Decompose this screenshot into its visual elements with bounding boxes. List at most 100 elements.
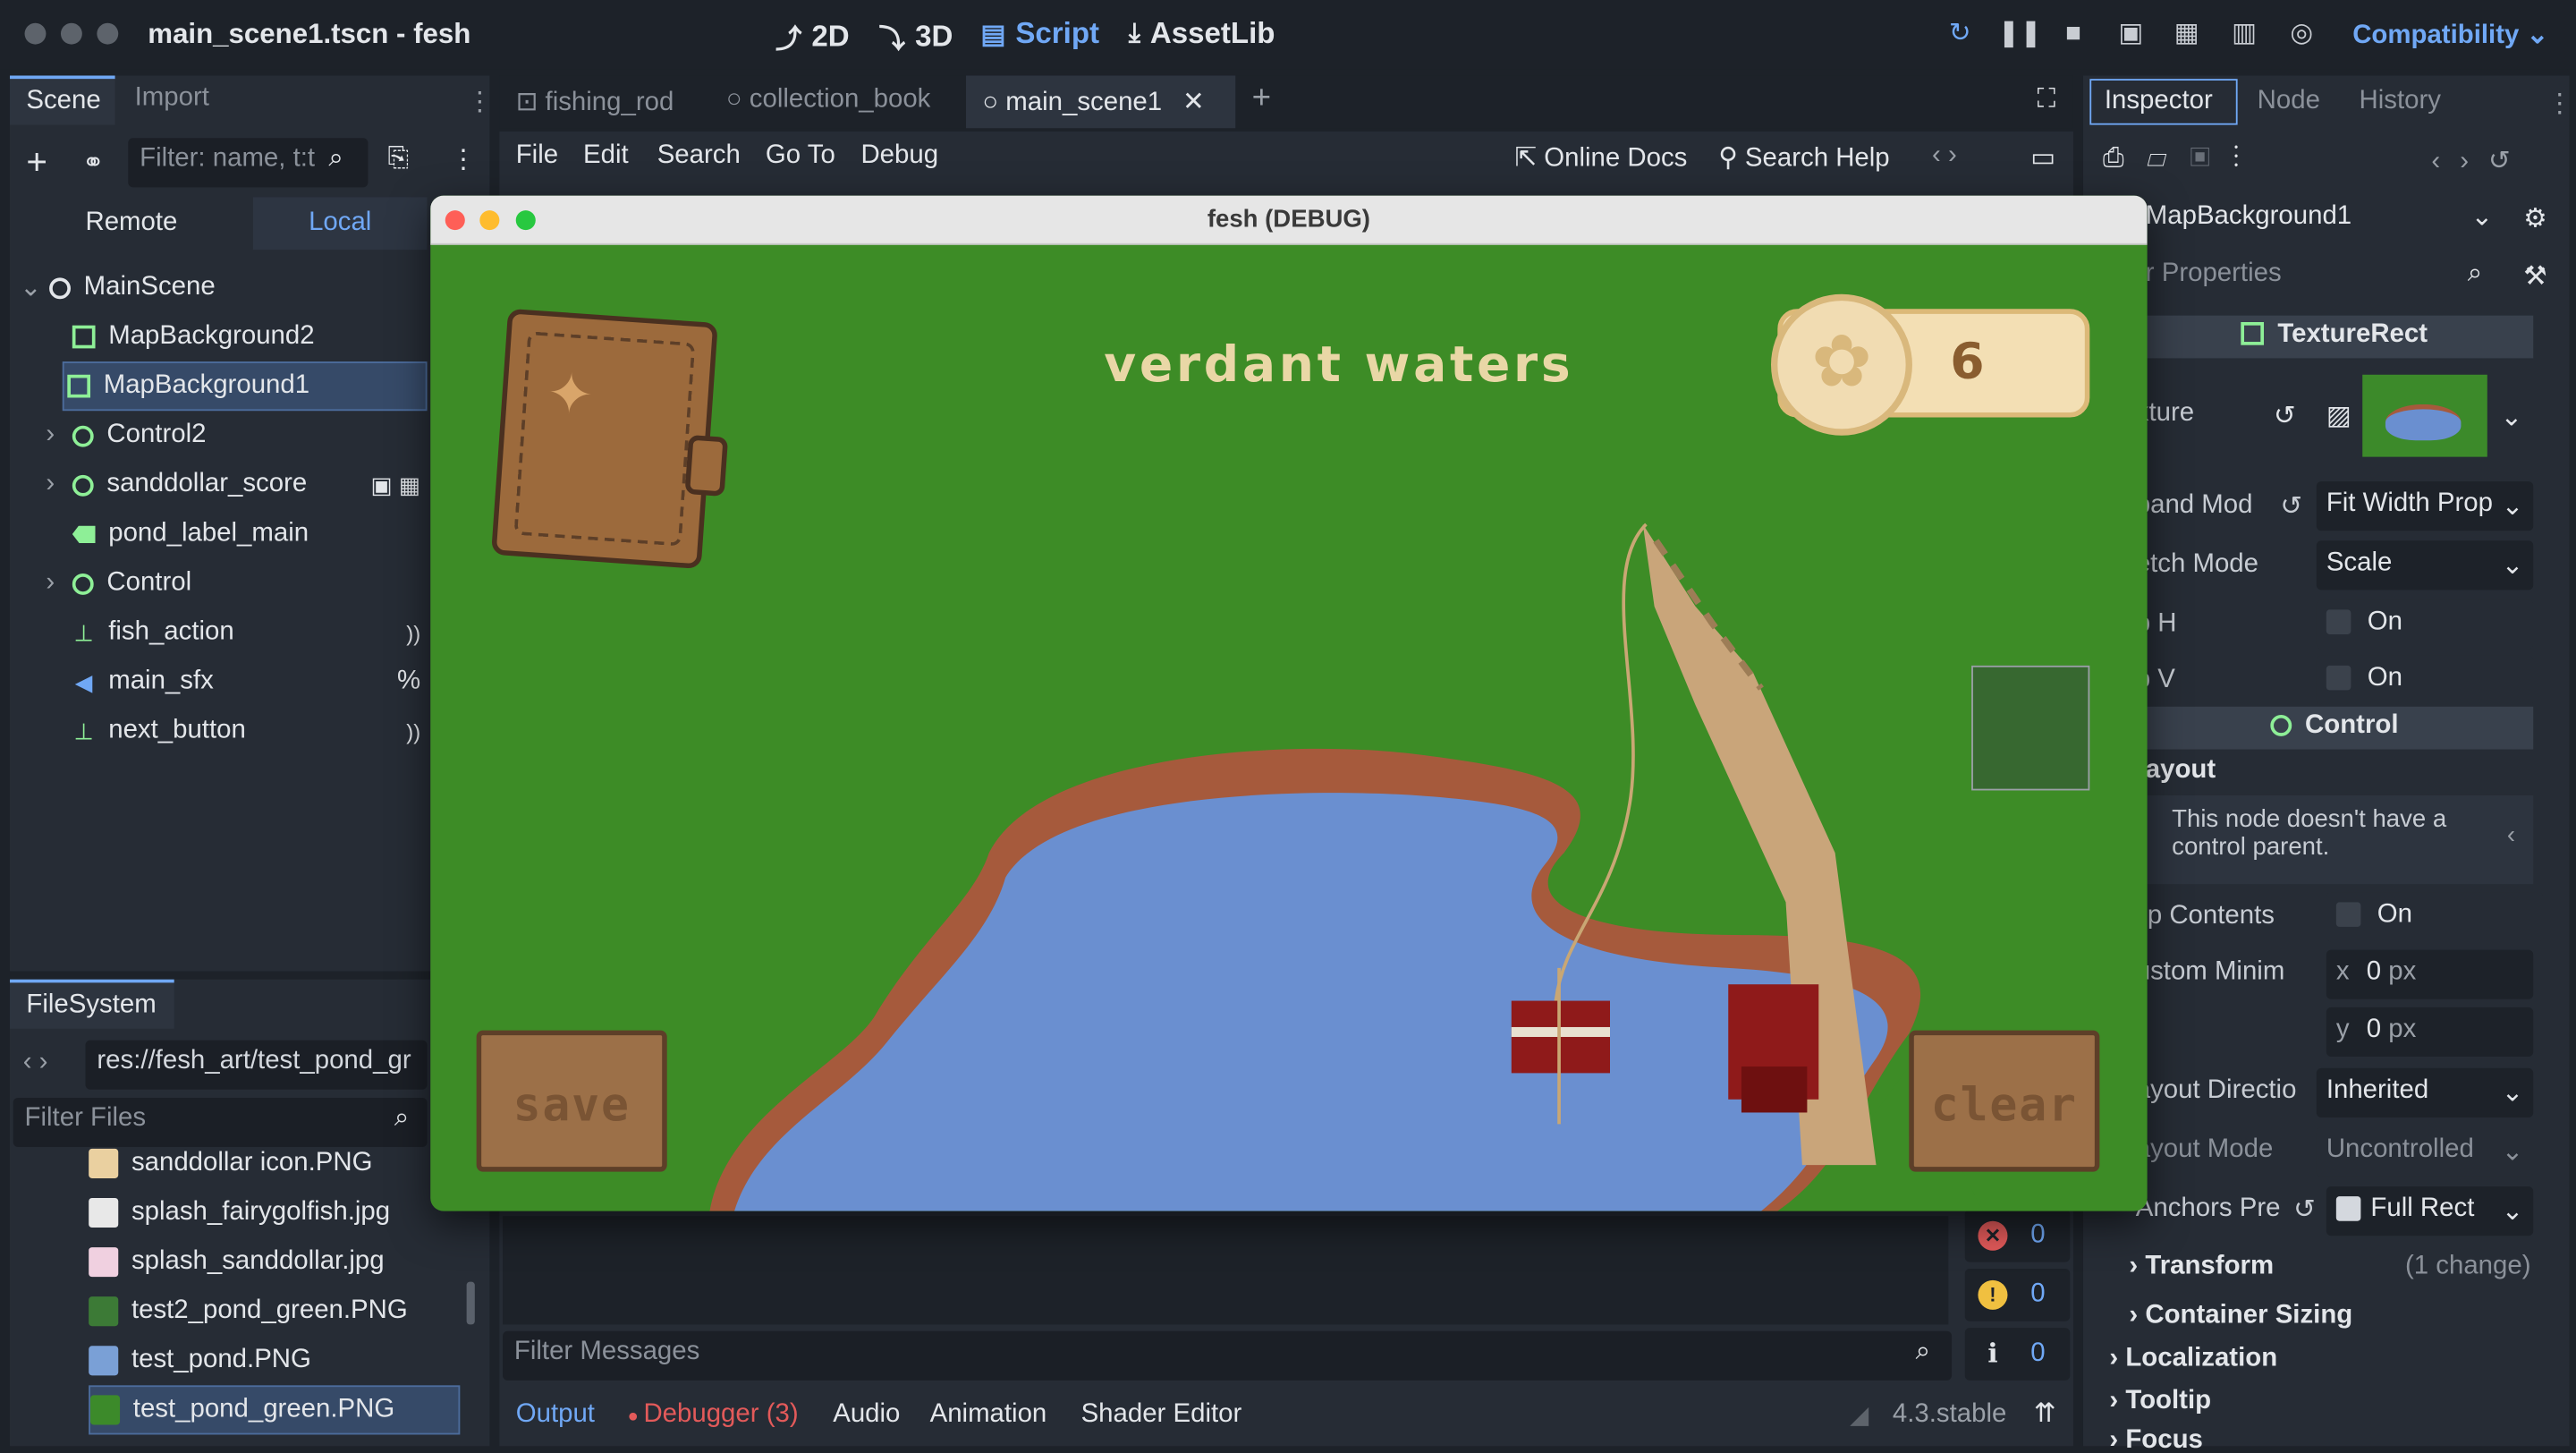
mode-script-button[interactable]: ▤ Script [981,16,1100,51]
reload-icon[interactable]: ↻ [1942,16,1978,52]
revert-icon[interactable]: ↺ [2280,489,2302,523]
section-localization[interactable]: › Localization [2109,1344,2277,1373]
min-size-x-field[interactable]: x 0 px [2326,949,2534,999]
node-settings-icon[interactable]: ⚙ [2523,202,2546,235]
close-window-dot[interactable] [24,22,47,45]
file-item[interactable]: splash_sanddollar.jpg [89,1237,460,1287]
file-item[interactable]: splash_fairygolfish.jpg [89,1188,460,1237]
chevron-right-icon[interactable]: › [46,569,62,599]
remote-toggle[interactable]: Remote [16,197,246,250]
renderer-select[interactable]: Compatibility ⌄ [2352,18,2548,51]
stop-icon[interactable]: ■ [2055,16,2091,52]
chevron-right-icon[interactable]: › [46,470,62,499]
calendar-icon[interactable]: ▥ [2226,16,2262,52]
expand-mode-select[interactable]: Fit Width Prop ⌄ [2316,481,2534,531]
file-item[interactable]: test2_pond_green.PNG [89,1287,460,1336]
scene-options-icon[interactable]: ⋮ [450,143,476,176]
section-focus[interactable]: › Focus [2109,1426,2203,1449]
section-tooltip[interactable]: › Tooltip [2109,1387,2211,1416]
open-folder-icon[interactable]: ▱ [2147,145,2190,173]
texture-preview[interactable] [2362,374,2487,457]
min-size-y-field[interactable]: y 0 px [2326,1007,2534,1058]
chevron-down-icon[interactable]: ⌄ [2470,200,2493,234]
file-item[interactable]: test_pond.PNG [89,1336,460,1385]
tree-item-next-button[interactable]: ⊥ next_button)) [10,707,428,756]
revert-icon[interactable]: ↺ [2274,399,2296,432]
tree-item-control2[interactable]: › Control2 [10,411,428,460]
toggle-panel-icon[interactable]: ▭ [2030,141,2055,174]
editor-tab-collection-book[interactable]: ○ collection_book [726,86,931,115]
chevron-down-icon[interactable]: ⌄ [20,271,42,304]
remote-debug-icon[interactable]: ▣ [2113,16,2148,52]
chevron-down-icon[interactable]: ⌄ [2501,401,2523,434]
warning-count-toggle[interactable]: ! 0 [1964,1268,2071,1321]
signal-icon[interactable]: )) [406,719,420,744]
tree-item-fish-action[interactable]: ⊥ fish_action)) [10,608,428,658]
filter-messages-input[interactable]: Filter Messages [503,1330,1953,1381]
menu-go-to[interactable]: Go To [766,141,835,171]
chevron-right-icon[interactable]: › [46,421,62,450]
save-icon[interactable]: ▣ [2190,145,2233,173]
tree-item-mainscene[interactable]: ⌄ MainScene [10,263,428,312]
profiler-icon[interactable]: ◎ [2284,16,2319,52]
tab-inspector[interactable]: Inspector [2089,79,2238,125]
mode-2d-button[interactable]: ⤴ 2D [775,16,850,55]
class-header-texturerect[interactable]: TextureRect [2135,315,2534,359]
flip-h-checkbox[interactable]: On [2316,599,2534,650]
more-icon[interactable]: ⋮ [2233,145,2262,173]
bottom-tab-shader-editor[interactable]: Shader Editor [1081,1400,1242,1430]
close-tab-icon[interactable]: ✕ [1182,89,1205,116]
add-node-icon[interactable]: + [26,141,47,184]
editor-tab-fishing-rod[interactable]: ⊡ fishing_rod [516,86,674,119]
scrollbar[interactable] [466,1281,475,1325]
tools-icon[interactable]: ⚒ [2523,259,2546,293]
texture-edit-icon[interactable]: ▨ [2326,399,2351,432]
bottom-tab-animation[interactable]: Animation [930,1400,1047,1430]
section-container-sizing[interactable]: › Container Sizing [2129,1302,2352,1331]
file-item[interactable]: test_pond_green.PNG [89,1385,461,1435]
resource-actions[interactable]: ⎙▱▣⋮ [2103,145,2263,174]
checkbox[interactable] [2326,609,2351,635]
script-badge[interactable]: % [397,667,420,697]
section-transform[interactable]: › Transform [2129,1253,2274,1282]
class-header-control[interactable]: Control [2135,706,2534,750]
bottom-tab-debugger-3[interactable]: ● Debugger (3) [628,1400,799,1430]
menu-file[interactable]: File [516,141,558,171]
zoom-window-dot[interactable] [97,22,119,45]
revert-icon[interactable]: ↺ [2293,1193,2316,1226]
layout-direction-select[interactable]: Inherited ⌄ [2316,1067,2534,1117]
expand-panel-icon[interactable]: ⇈ [2034,1397,2056,1430]
movie-icon[interactable]: ▦ [2168,16,2204,52]
chevron-left-icon[interactable]: ‹ [2507,821,2515,849]
stretch-mode-select[interactable]: Scale ⌄ [2316,540,2534,591]
game-window[interactable]: fesh (DEBUG) ✦ verdant waters 6 ✿ save c… [430,195,2148,1211]
selected-node-name[interactable]: MapBackground1 [2146,202,2351,232]
tab-filesystem[interactable]: FileSystem [10,979,174,1029]
signal-icon[interactable]: )) [406,620,420,645]
distraction-free-icon[interactable]: ⛶ [2038,86,2056,115]
tab-history[interactable]: History [2360,87,2441,116]
link-icon[interactable]: ⚭ [82,146,105,179]
editor-tab-main-scene1[interactable]: ○ main_scene1 ✕ [966,75,1236,129]
pause-icon[interactable]: ❚❚ [1997,16,2041,52]
save-button[interactable]: save [476,1030,667,1172]
tree-item-sanddollar-score[interactable]: › sanddollar_score ▣ ▦ [10,460,428,509]
kebab-menu-icon[interactable]: ⋮ [467,86,493,119]
path-input[interactable]: res://fesh_art/test_pond_gr [85,1040,428,1090]
inspector-history-icon[interactable]: ‹›↺ [2431,145,2529,178]
local-toggle[interactable]: Local [252,197,428,251]
error-count-toggle[interactable]: ✕ 0 [1964,1209,2071,1262]
bottom-tab-audio[interactable]: Audio [833,1400,900,1430]
anchors-preset-select[interactable]: Full Rect ⌄ [2326,1186,2534,1236]
mode-3d-button[interactable]: ⤵ 3D [879,16,953,55]
new-resource-icon[interactable]: ⎙ [2103,145,2147,173]
bottom-tab-output[interactable]: Output [516,1400,595,1430]
online-docs-link[interactable]: ⇱ Online Docs [1514,141,1687,174]
tree-item-main-sfx[interactable]: ◀ main_sfx% [10,658,428,707]
tree-item-mapbackground2[interactable]: MapBackground2 [10,312,428,361]
layout-section[interactable]: ayout [2146,756,2216,786]
tree-item-pond-label-main[interactable]: pond_label_main [10,509,428,558]
tab-import[interactable]: Import [118,75,225,124]
mode-assetlib-button[interactable]: ⤓ AssetLib [1129,16,1275,51]
layout-mode-select[interactable]: Uncontrolled ⌄ [2316,1127,2534,1177]
